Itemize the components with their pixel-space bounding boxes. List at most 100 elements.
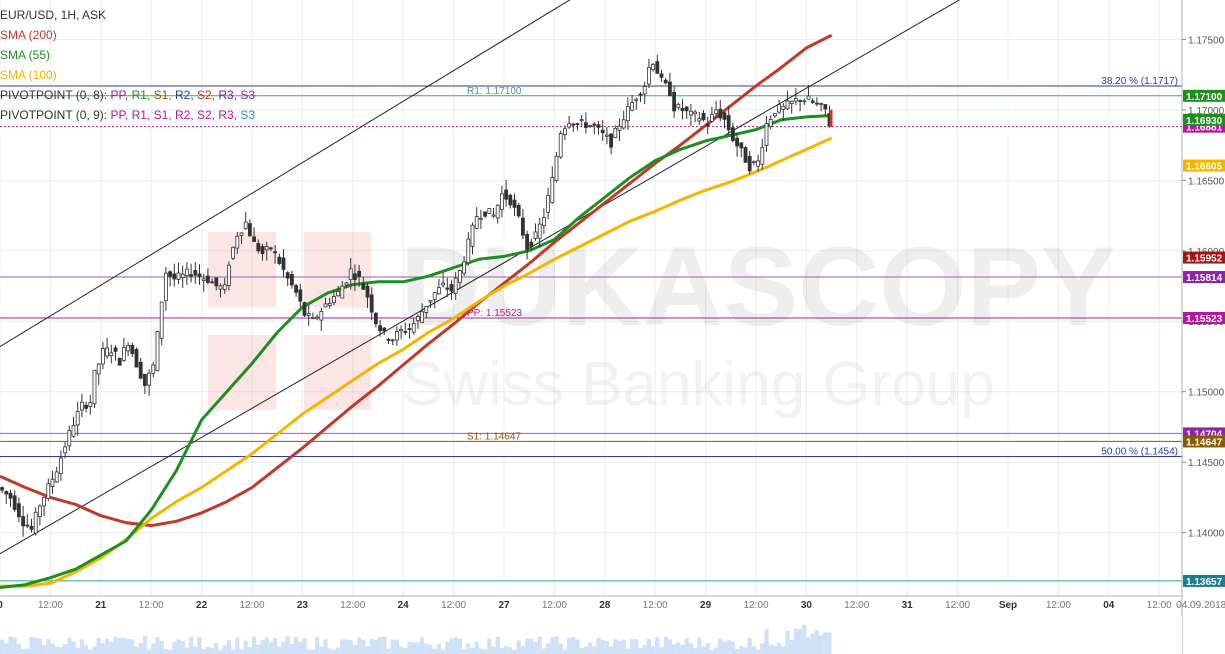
volume-bar	[155, 637, 160, 654]
candle-body	[689, 110, 693, 116]
x-tick-label[interactable]: 30	[801, 600, 813, 611]
volume-bar	[302, 638, 307, 654]
x-tick-label[interactable]: 0	[0, 600, 3, 611]
volume-bar	[747, 638, 752, 654]
candle-body	[647, 67, 651, 85]
candle-body	[529, 241, 534, 247]
x-tick-label[interactable]: 12:00	[139, 600, 164, 611]
y-tick-label[interactable]: 1.16500	[1188, 176, 1225, 187]
candle-body	[415, 316, 420, 321]
legend-pivot-item: PP,	[110, 88, 131, 102]
legend-pivot-item: PP,	[110, 108, 131, 122]
volume-bar	[281, 641, 286, 654]
volume-bar	[289, 644, 294, 654]
y-tick-label[interactable]: 1.14500	[1188, 458, 1225, 469]
volume-bar	[508, 647, 513, 654]
volume-bar	[25, 648, 30, 654]
volume-bar	[189, 636, 194, 654]
candle-body	[382, 327, 387, 332]
candle-body	[184, 268, 189, 277]
volume-bar	[701, 646, 706, 654]
x-axis[interactable]: 0 12:00 21 12:00 22 12:00 23 12:00 24 12:00 27 12:0…	[0, 600, 1225, 611]
legend-pivot-label: PIVOTPOINT (0, 8):	[0, 88, 110, 102]
x-tick-label[interactable]: 12:00	[340, 600, 365, 611]
volume-bar	[109, 641, 114, 654]
volume-bar	[441, 649, 446, 654]
volume-bar	[562, 649, 567, 654]
x-tick-label[interactable]: 04	[1103, 600, 1115, 611]
level-115814-tag-label: 1.15814	[1186, 273, 1223, 284]
pp-level-tag: 1.15523	[1183, 312, 1225, 325]
x-tick-label[interactable]: 12:00	[1147, 600, 1172, 611]
y-tick-label[interactable]: 1.14000	[1188, 529, 1225, 540]
volume-bar	[252, 636, 257, 654]
candle-body	[785, 100, 790, 110]
candle-body	[289, 274, 294, 286]
x-tick-label[interactable]: 12:00	[1046, 600, 1071, 611]
x-tick-label[interactable]: 21	[95, 600, 107, 611]
x-tick-label[interactable]: 12:00	[441, 600, 466, 611]
y-tick-label[interactable]: 1.17500	[1188, 35, 1225, 46]
x-tick-label[interactable]: 12:00	[239, 600, 264, 611]
s1-level-tag: 1.14647	[1183, 435, 1225, 448]
candle-body	[189, 274, 194, 277]
x-tick-label[interactable]: 24	[398, 600, 410, 611]
volume-bar	[663, 636, 668, 654]
y-axis[interactable]: 1.175001.170001.165001.160001.155001.150…	[1182, 35, 1225, 540]
volume-bar	[520, 646, 525, 654]
candle-body	[147, 372, 152, 386]
x-tick-label[interactable]: 04.09.2018	[1176, 600, 1225, 611]
x-tick-label[interactable]: 12:00	[38, 600, 63, 611]
candle-body	[483, 211, 488, 217]
volume-bar	[651, 646, 656, 654]
x-tick-label[interactable]: Sep	[999, 600, 1017, 611]
volume-bar	[516, 640, 521, 654]
volume-bar	[726, 640, 731, 654]
volume-bar	[621, 639, 626, 654]
volume-bar	[159, 640, 164, 654]
x-tick-label[interactable]: 29	[700, 600, 712, 611]
candle-body	[533, 231, 538, 239]
candle-body	[243, 221, 248, 230]
candle-body	[655, 61, 660, 74]
chart-canvas[interactable]: DUKASCOPY Swiss Banking Group R1: 1.1710…	[0, 0, 1225, 654]
candle-body	[134, 348, 139, 368]
volume-bar	[138, 642, 143, 654]
x-tick-label[interactable]: 22	[196, 600, 208, 611]
volume-bar	[197, 637, 202, 654]
candle-body	[218, 285, 223, 290]
x-tick-label[interactable]: 31	[902, 600, 914, 611]
candle-body	[361, 283, 366, 290]
volume-bar	[151, 643, 156, 654]
candle-body	[344, 282, 349, 286]
x-tick-label[interactable]: 12:00	[542, 600, 567, 611]
candle	[155, 330, 160, 372]
x-tick-label[interactable]: 23	[297, 600, 309, 611]
candle-body	[394, 331, 399, 341]
x-tick-label[interactable]: 12:00	[643, 600, 668, 611]
volume-bar	[604, 641, 609, 654]
candle-body	[798, 100, 802, 102]
candle-body	[159, 301, 164, 339]
candle-body	[268, 247, 273, 250]
volume-bar	[382, 636, 387, 654]
volume-bar	[176, 639, 181, 654]
candle-body	[773, 113, 777, 117]
x-tick-label[interactable]: 28	[599, 600, 611, 611]
y-tick-label[interactable]: 1.15000	[1188, 388, 1225, 399]
volume-bar	[546, 643, 551, 654]
candle-body	[457, 270, 462, 284]
candle-body	[25, 524, 30, 527]
x-tick-label[interactable]: 27	[498, 600, 510, 611]
candle-body	[96, 363, 101, 375]
volume-bar	[63, 644, 68, 654]
x-tick-label[interactable]: 12:00	[945, 600, 970, 611]
volume-bar	[378, 637, 383, 654]
x-tick-label[interactable]: 12:00	[743, 600, 768, 611]
volume-bar	[8, 636, 13, 654]
volume-bar	[193, 646, 198, 654]
volume-bar	[226, 640, 231, 654]
legend-pivot-item: R3,	[218, 108, 240, 122]
x-tick-label[interactable]: 12:00	[844, 600, 869, 611]
volume-bar	[88, 649, 93, 654]
